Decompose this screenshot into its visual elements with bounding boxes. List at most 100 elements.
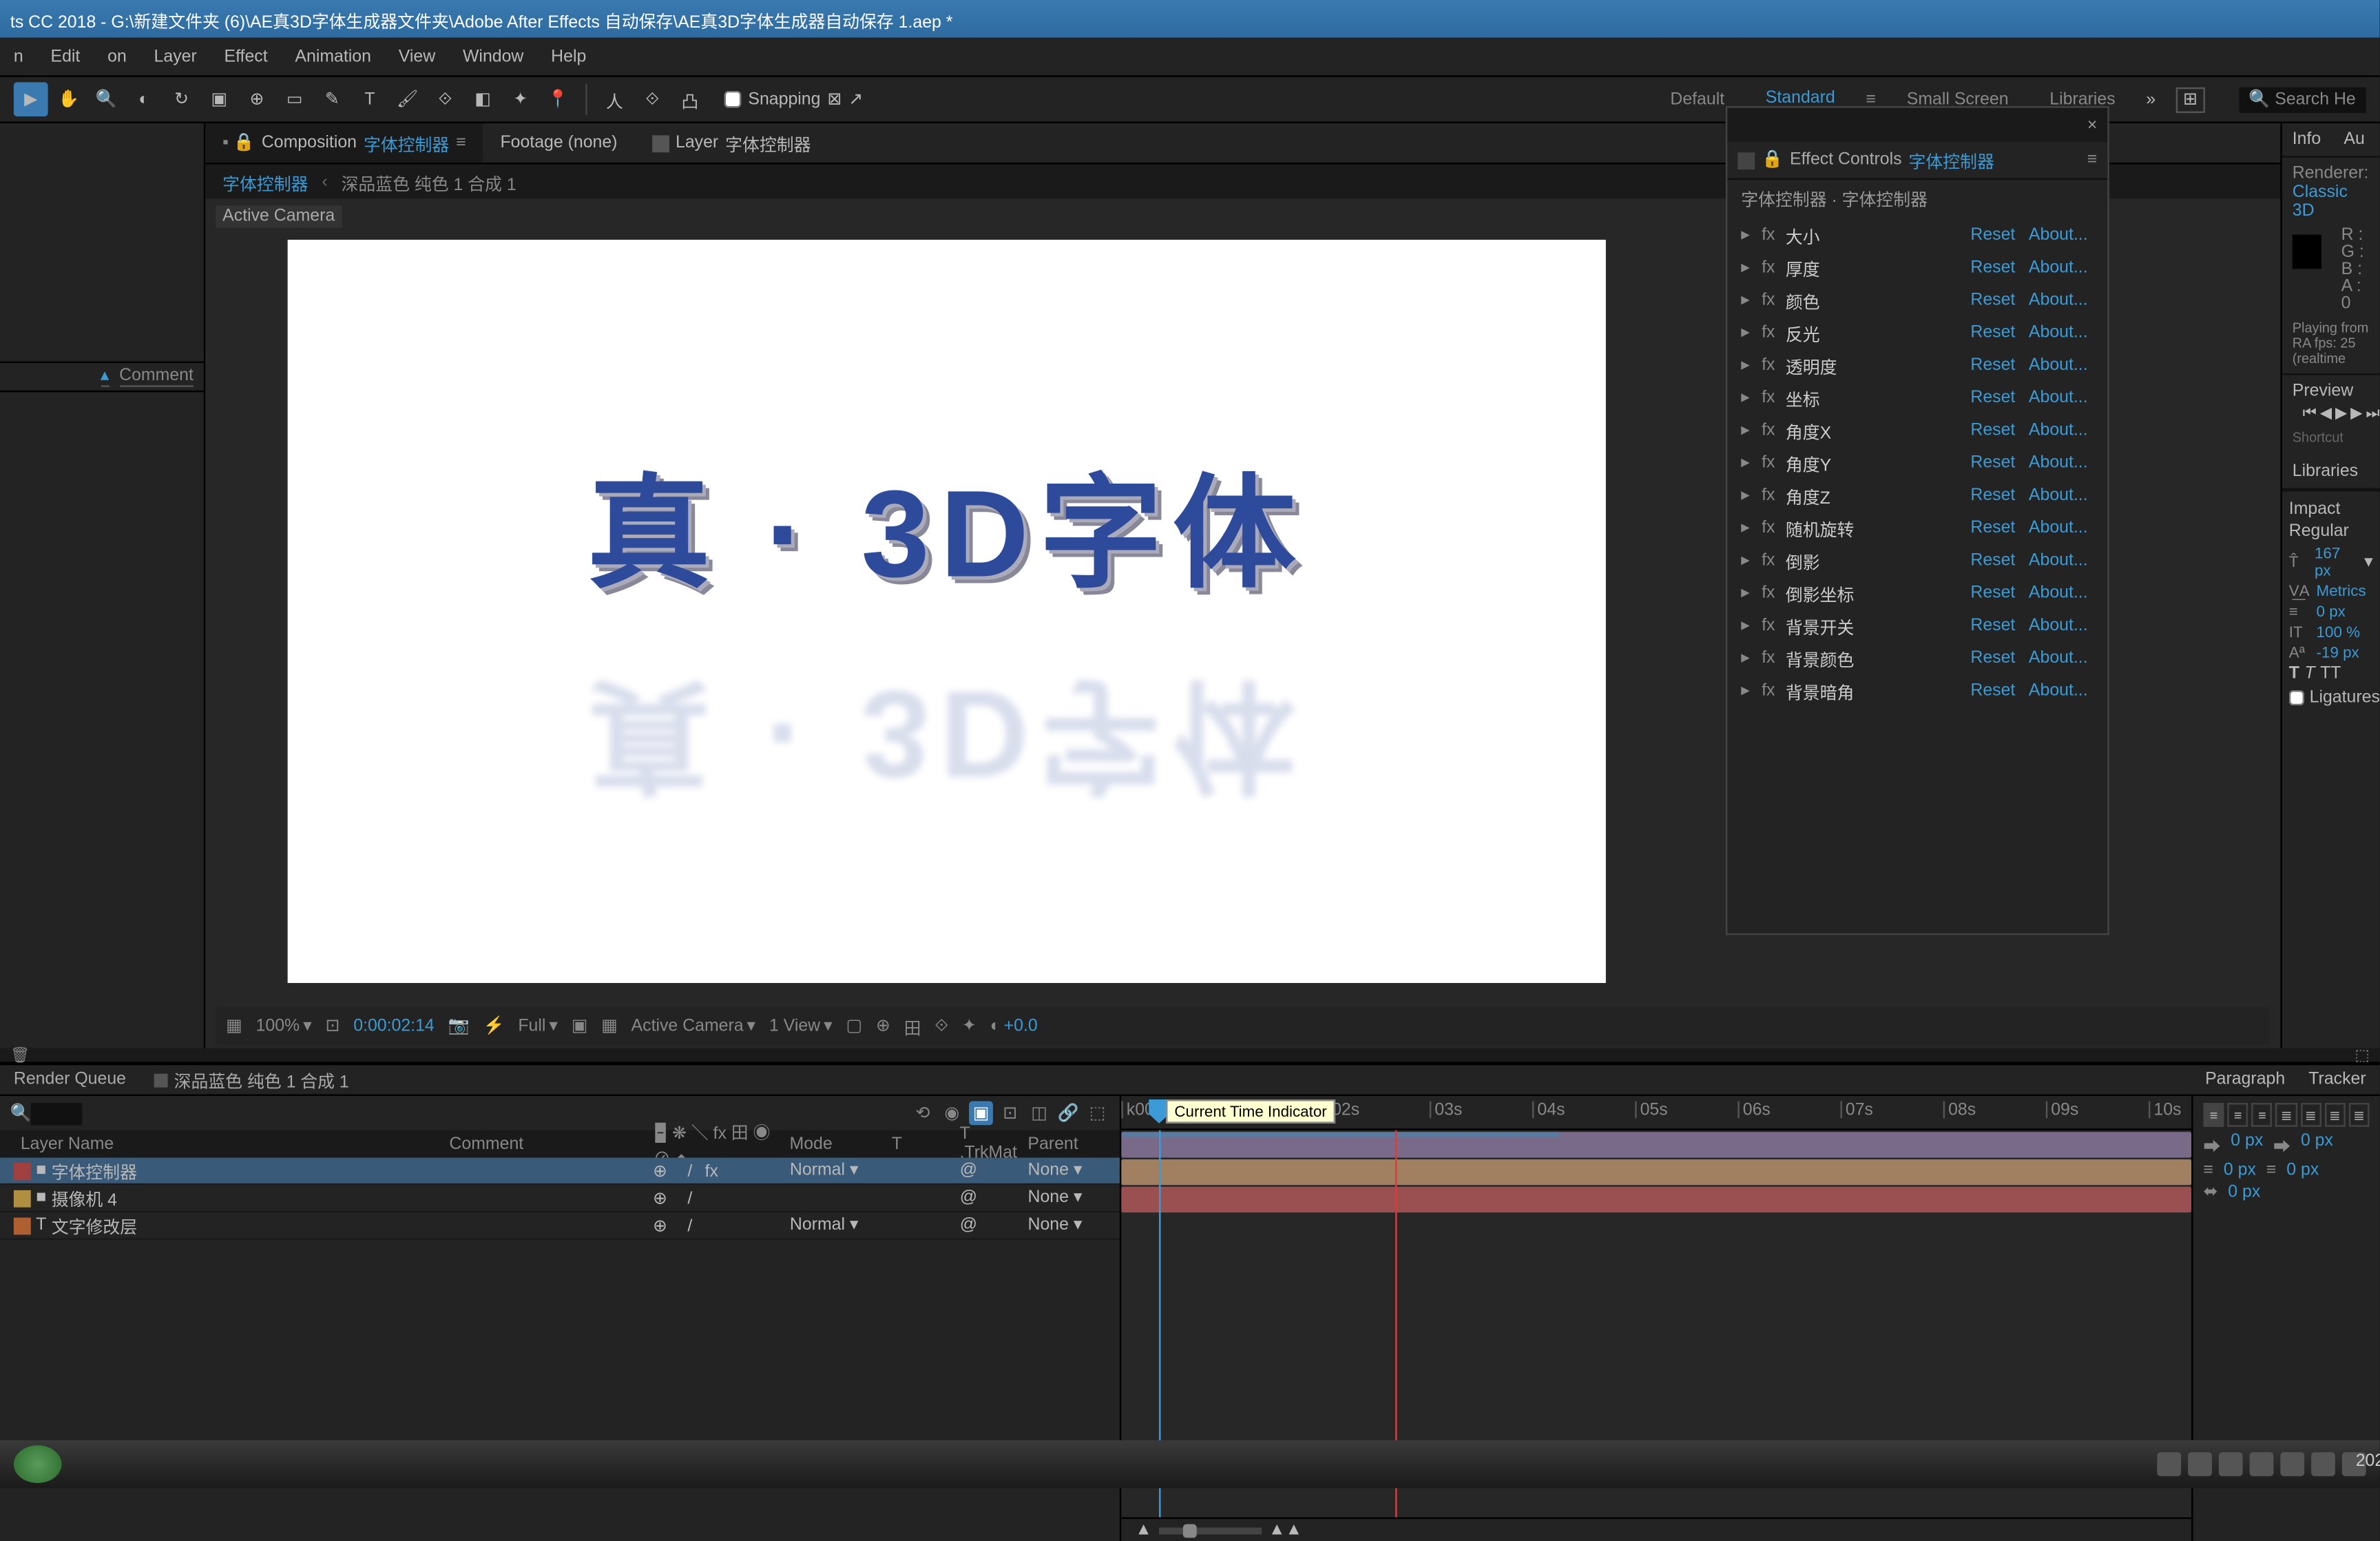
view-icon[interactable]: ⊕ — [876, 1016, 890, 1035]
switch-icon[interactable]: / — [687, 1190, 703, 1207]
snap-option-icon[interactable]: ⊠ — [827, 90, 842, 109]
start-button-icon[interactable] — [14, 1445, 62, 1483]
switch-icon[interactable]: / — [687, 1162, 703, 1179]
tl-tool-icon[interactable]: ⟲ — [911, 1101, 935, 1125]
fx-toggle-icon[interactable]: fx — [1762, 584, 1779, 603]
expand-icon[interactable]: ▸ — [1741, 681, 1755, 700]
reset-link[interactable]: Reset — [1970, 324, 2022, 342]
view-icon[interactable]: 田 — [904, 1013, 921, 1038]
effect-row[interactable]: ▸fx厚度ResetAbout... — [1727, 251, 2107, 284]
menu-item[interactable]: n — [7, 43, 30, 69]
switch-icon[interactable] — [705, 1217, 721, 1234]
tl-tool-icon[interactable]: 🔗 — [1056, 1101, 1081, 1125]
camera-tool-icon[interactable]: ▣ — [202, 82, 236, 116]
reset-link[interactable]: Reset — [1970, 617, 2022, 635]
view-icon[interactable]: ✦ — [962, 1016, 977, 1035]
tab-footage[interactable]: Footage (none) — [483, 127, 635, 159]
parent-dropdown[interactable]: None ▾ — [1027, 1188, 1112, 1207]
about-link[interactable]: About... — [2029, 519, 2094, 537]
tab-composition[interactable]: ▪ 🔒 Composition 字体控制器 ≡ — [205, 123, 483, 163]
parent-dropdown[interactable]: None ▾ — [1027, 1161, 1112, 1180]
effect-row[interactable]: ▸fx背景暗角ResetAbout... — [1727, 674, 2107, 707]
fx-toggle-icon[interactable]: fx — [1762, 681, 1779, 700]
effect-row[interactable]: ▸fx倒影坐标ResetAbout... — [1727, 577, 2107, 610]
justify-center-icon[interactable]: ≣ — [2300, 1103, 2321, 1127]
tl-tool-icon[interactable]: ◉ — [940, 1101, 964, 1125]
play-icon[interactable]: ▶ — [2335, 404, 2347, 423]
workspace-default[interactable]: Default — [1660, 87, 1735, 112]
reset-link[interactable]: Reset — [1970, 454, 2022, 473]
selection-tool-icon[interactable]: ▶ — [14, 82, 48, 116]
switch-icon[interactable]: ⊕ — [653, 1190, 669, 1207]
panel-collapse-icon[interactable]: ▴ — [101, 366, 109, 387]
reset-link[interactable]: Reset — [1970, 519, 2022, 537]
mask-tool-icon[interactable]: 凸 — [673, 82, 707, 116]
tray-icon[interactable] — [2250, 1452, 2274, 1476]
zoom-out-icon[interactable]: ▲ — [1135, 1521, 1152, 1540]
tl-tool-icon[interactable]: ◫ — [1027, 1101, 1052, 1125]
effect-row[interactable]: ▸fx透明度ResetAbout... — [1727, 349, 2107, 382]
composition-timeline-tab[interactable]: 深品蓝色 纯色 1 合成 1 — [140, 1064, 363, 1096]
parent-pickwhip-icon[interactable]: @ — [960, 1188, 1028, 1207]
hand-tool-icon[interactable]: ✋ — [52, 82, 86, 116]
menu-item-animation[interactable]: Animation — [288, 43, 377, 69]
fx-toggle-icon[interactable]: fx — [1762, 258, 1779, 277]
fx-toggle-icon[interactable]: fx — [1762, 519, 1779, 537]
info-panel-tab[interactable]: Info Au — [2282, 123, 2380, 158]
timeline-layer-row[interactable]: T文字修改层⊕/Normal ▾@None ▾ — [0, 1212, 1120, 1240]
reset-link[interactable]: Reset — [1970, 551, 2022, 570]
render-queue-tab[interactable]: Render Queue — [0, 1067, 140, 1093]
fx-toggle-icon[interactable]: fx — [1762, 454, 1779, 473]
clone-tool-icon[interactable]: ⟐ — [428, 82, 463, 116]
puppet-tool-icon[interactable]: 📍 — [541, 82, 576, 116]
fx-toggle-icon[interactable]: fx — [1762, 422, 1779, 440]
libraries-panel-tab[interactable]: Libraries — [2282, 455, 2380, 490]
about-link[interactable]: About... — [2029, 291, 2094, 310]
fx-toggle-icon[interactable]: fx — [1762, 551, 1779, 570]
switch-icon[interactable]: ⊕ — [653, 1162, 669, 1179]
about-link[interactable]: About... — [2029, 649, 2094, 668]
roto-tool-icon[interactable]: ✦ — [503, 82, 538, 116]
effect-row[interactable]: ▸fx角度YResetAbout... — [1727, 447, 2107, 479]
close-icon[interactable]: × — [2087, 116, 2098, 134]
roi-icon[interactable]: ▣ — [572, 1016, 588, 1035]
mask-mode-icon[interactable]: ⟐ — [635, 82, 669, 116]
zoom-slider[interactable] — [1159, 1527, 1262, 1533]
expand-icon[interactable]: ▸ — [1741, 291, 1755, 310]
effect-row[interactable]: ▸fx背景开关ResetAbout... — [1727, 610, 2107, 642]
parent-dropdown[interactable]: None ▾ — [1027, 1216, 1112, 1234]
about-link[interactable]: About... — [2029, 324, 2094, 342]
expand-icon[interactable]: ▸ — [1741, 454, 1755, 473]
shape-tool-icon[interactable]: ▭ — [278, 82, 312, 116]
effect-row[interactable]: ▸fx颜色ResetAbout... — [1727, 285, 2107, 317]
breadcrumb-main[interactable]: 字体控制器 — [222, 169, 308, 194]
menu-item[interactable]: on — [101, 43, 134, 69]
font-size[interactable]: 167 px — [2315, 545, 2357, 579]
tl-tool-icon[interactable]: ▣ — [969, 1101, 993, 1125]
fx-toggle-icon[interactable]: fx — [1762, 291, 1779, 310]
about-link[interactable]: About... — [2029, 681, 2094, 700]
bold-icon[interactable]: T — [2289, 665, 2299, 683]
fx-toggle-icon[interactable]: fx — [1762, 389, 1779, 407]
panel-icon[interactable]: ⬚ — [2355, 1046, 2369, 1064]
about-link[interactable]: About... — [2029, 486, 2094, 505]
prev-frame-icon[interactable]: ◀ — [2320, 404, 2332, 423]
expand-icon[interactable]: ▸ — [1741, 389, 1755, 407]
timeline-search-input[interactable] — [32, 1102, 83, 1124]
about-link[interactable]: About... — [2029, 258, 2094, 277]
channel-icon[interactable]: ⚡ — [483, 1016, 504, 1035]
viewer-grid-icon[interactable]: ▦ — [226, 1016, 242, 1035]
reset-link[interactable]: Reset — [1970, 422, 2022, 440]
menu-item-window[interactable]: Window — [456, 43, 530, 69]
snapping-control[interactable]: Snapping ⊠ ↗ — [724, 90, 863, 109]
about-link[interactable]: About... — [2029, 454, 2094, 473]
expand-icon[interactable]: ▸ — [1741, 422, 1755, 440]
about-link[interactable]: About... — [2029, 226, 2094, 245]
about-link[interactable]: About... — [2029, 551, 2094, 570]
lock-icon[interactable]: ▪ 🔒 — [222, 134, 255, 152]
ligatures-checkbox[interactable] — [2289, 690, 2304, 705]
reset-link[interactable]: Reset — [1970, 649, 2022, 668]
lock-icon[interactable]: 🔒 — [1762, 151, 1783, 169]
next-frame-icon[interactable]: ▶ — [2350, 404, 2362, 423]
expand-icon[interactable]: ▸ — [1741, 356, 1755, 375]
